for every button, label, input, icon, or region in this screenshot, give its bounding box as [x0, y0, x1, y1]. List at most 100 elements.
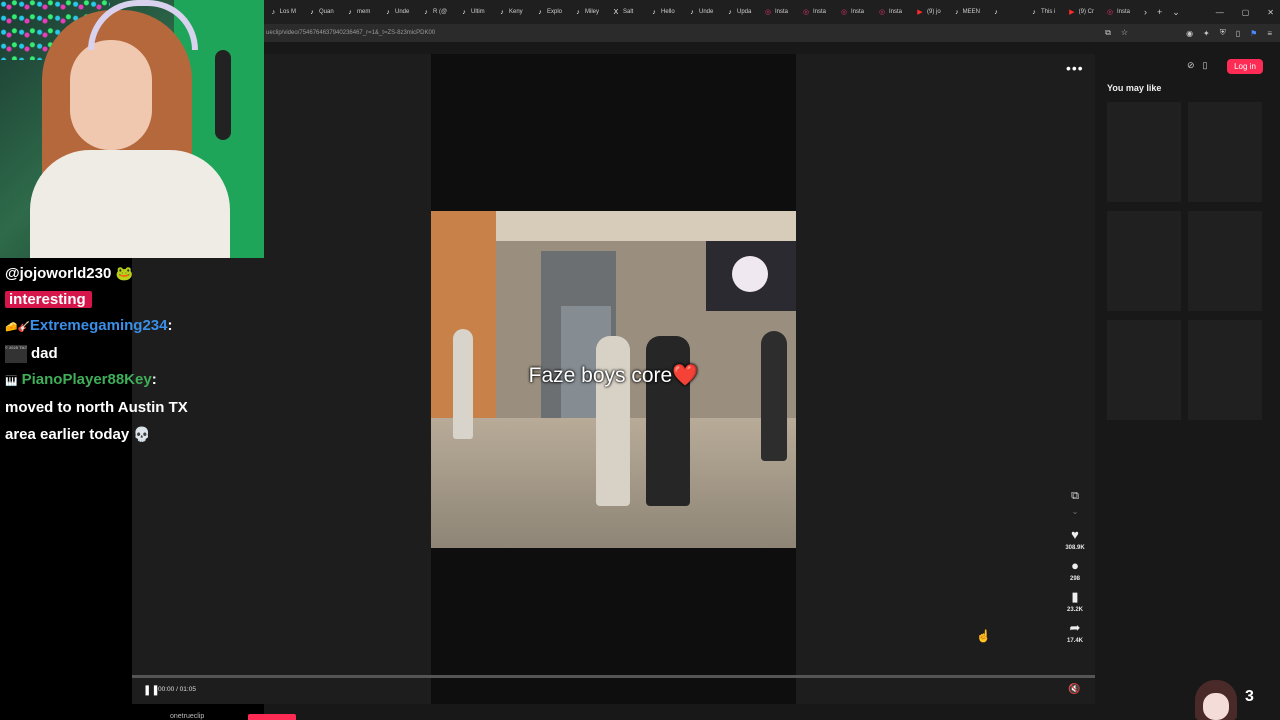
device-icon[interactable]: ▯ [1203, 60, 1208, 71]
window-controls: — ▢ ✕ [1216, 0, 1274, 24]
new-tab-icon[interactable]: + [1157, 7, 1162, 17]
recommendation-card[interactable] [1107, 320, 1181, 420]
like-count: 308.9K [1065, 545, 1085, 551]
recommendation-card[interactable] [1107, 211, 1181, 311]
browser-tab[interactable]: ♪ Quan [302, 0, 340, 24]
browser-tab[interactable]: ♪ Los M [264, 0, 302, 24]
vtuber-avatar-face [1203, 693, 1229, 720]
picture-in-picture-icon[interactable]: ⧉ [1071, 490, 1079, 503]
extension-shield-icon[interactable]: ⛨ [1220, 28, 1226, 38]
youtube-icon: ▶ [917, 9, 923, 16]
tiktok-icon: ♪ [271, 8, 276, 16]
bookmark-star-icon[interactable]: ☆ [1121, 28, 1128, 38]
browser-tab[interactable]: ♪ Miley [568, 0, 606, 24]
chat-message: interesting [5, 287, 260, 313]
browser-tab[interactable]: ♪ Unde [378, 0, 416, 24]
tiktok-icon: ♪ [652, 8, 656, 16]
minimize-icon[interactable]: — [1216, 8, 1224, 17]
tiktok-icon: ♪ [955, 8, 959, 16]
video-progress-bar[interactable] [132, 675, 1095, 678]
tiktok-icon: ♪ [728, 8, 732, 16]
login-button[interactable]: Log in [1227, 59, 1263, 74]
chat-badge-icon: 🧀 [5, 322, 18, 333]
chat-message: © 2025 TikTokdad [5, 341, 260, 367]
browser-tab-label: Insta [1117, 9, 1131, 15]
close-icon[interactable]: ✕ [1267, 8, 1274, 17]
chat-colon: : [151, 371, 157, 388]
maximize-icon[interactable]: ▢ [1242, 8, 1250, 17]
browser-tab-label: Upda [737, 9, 752, 15]
browser-tab[interactable]: ♪ Explo [530, 0, 568, 24]
browser-tab[interactable]: ♪ Hello [644, 0, 682, 24]
chat-username: PianoPlayer88Key [21, 371, 152, 388]
browser-tab-label: Los M [279, 9, 296, 15]
browser-tab[interactable]: ▶ (9) jo [910, 0, 948, 24]
chevron-down-icon[interactable]: ⌄ [1072, 507, 1079, 516]
browser-tab-label: (9) jo [927, 9, 941, 15]
recommendation-card[interactable] [1188, 102, 1262, 202]
chat-badge-icon: 🎹 [5, 376, 18, 387]
heart-icon[interactable]: ♥ [1071, 528, 1079, 542]
url-text[interactable]: ueclip/video/7546764637940236467_r=1&_t=… [266, 30, 435, 36]
tab-list: ♪ Los M ♪ Quan ♪ mem ♪ Unde ♪ R (@ ♪ Ultim ♪ Keny ♪ Exp… [264, 0, 1138, 24]
creator-name[interactable]: onetrueclip [170, 713, 204, 720]
share-icon[interactable]: ➦ [1070, 621, 1081, 635]
browser-tab[interactable]: ♪ [986, 0, 1024, 24]
instagram-icon: ◎ [1106, 9, 1114, 16]
browser-tab[interactable]: ▶ (9) Cr [1062, 0, 1100, 24]
browser-tab[interactable]: ◎ Insta [758, 0, 796, 24]
browser-tab-label: Insta [775, 9, 789, 15]
compass-icon[interactable]: ⊘ [1187, 60, 1195, 71]
install-app-icon[interactable]: ⧉ [1105, 28, 1111, 38]
browser-tab[interactable]: ♪ MEEN [948, 0, 986, 24]
video-caption: Faze boys core❤️ [528, 364, 699, 387]
tiktok-thumbnail-icon: © 2025 TikTok [5, 345, 27, 364]
extension-puzzle-icon[interactable]: ✦ [1203, 29, 1210, 38]
tiktok-icon: ♪ [386, 8, 390, 16]
recommendation-card[interactable] [1107, 102, 1181, 202]
recommendation-card[interactable] [1188, 211, 1262, 311]
browser-tab-label: This i [1041, 9, 1056, 15]
menu-icon[interactable]: ≡ [1267, 29, 1272, 38]
more-options-icon[interactable]: ••• [1066, 60, 1084, 76]
follow-button[interactable] [248, 714, 296, 720]
browser-tab[interactable]: ♪ Upda [720, 0, 758, 24]
recommendation-card[interactable] [1188, 320, 1262, 420]
browser-tab-label: Keny [509, 9, 523, 15]
scene-person [761, 331, 787, 461]
comment-icon[interactable]: ● [1071, 559, 1079, 573]
browser-tab[interactable]: ♪ mem [340, 0, 378, 24]
webcam-feed [0, 0, 264, 258]
muted-speaker-icon[interactable]: 🔇 [1068, 684, 1080, 695]
extension-icon[interactable]: ◉ [1186, 29, 1193, 38]
browser-tab-label: Insta [851, 9, 865, 15]
browser-tab[interactable]: ◎ Insta [834, 0, 872, 24]
browser-tab-label: Quan [319, 9, 334, 15]
tab-controls: › + ⌄ [1144, 7, 1180, 18]
browser-tab[interactable]: ◎ Insta [796, 0, 834, 24]
browser-tab-label: Miley [585, 9, 600, 15]
browser-tab[interactable]: ♪ Keny [492, 0, 530, 24]
address-bar[interactable]: ueclip/video/7546764637940236467_r=1&_t=… [264, 24, 1280, 42]
browser-tab[interactable]: ♪ This i [1024, 0, 1062, 24]
tiktok-icon: ♪ [576, 8, 580, 16]
browser-tab[interactable]: ♪ Unde [682, 0, 720, 24]
browser-tab[interactable]: X Salt [606, 0, 644, 24]
bookmark-icon[interactable]: ▮ [1071, 590, 1078, 604]
browser-tabstrip: ♪ Los M ♪ Quan ♪ mem ♪ Unde ♪ R (@ ♪ Ultim ♪ Keny ♪ Exp… [264, 0, 1280, 24]
chat-message: area earlier today 💀 [5, 421, 260, 448]
sidebar-icon[interactable]: ▯ [1236, 29, 1240, 38]
may-like-heading: You may like [1107, 83, 1162, 93]
tab-search-icon[interactable]: ⌄ [1172, 7, 1180, 18]
browser-tab-label: Hello [661, 9, 675, 15]
browser-tab[interactable]: ♪ Ultim [454, 0, 492, 24]
browser-tab-label: mem [357, 9, 371, 15]
tab-scroll-right-icon[interactable]: › [1144, 7, 1147, 17]
chat-message: @jojoworld230 🐸 [5, 260, 260, 287]
browser-tab[interactable]: ◎ Insta [1100, 0, 1138, 24]
browser-tab[interactable]: ◎ Insta [872, 0, 910, 24]
browser-tab-label: R (@ [433, 9, 448, 15]
instagram-icon: ◎ [802, 9, 810, 16]
browser-tab[interactable]: ♪ R (@ [416, 0, 454, 24]
profile-icon[interactable]: ⚑ [1250, 29, 1257, 38]
